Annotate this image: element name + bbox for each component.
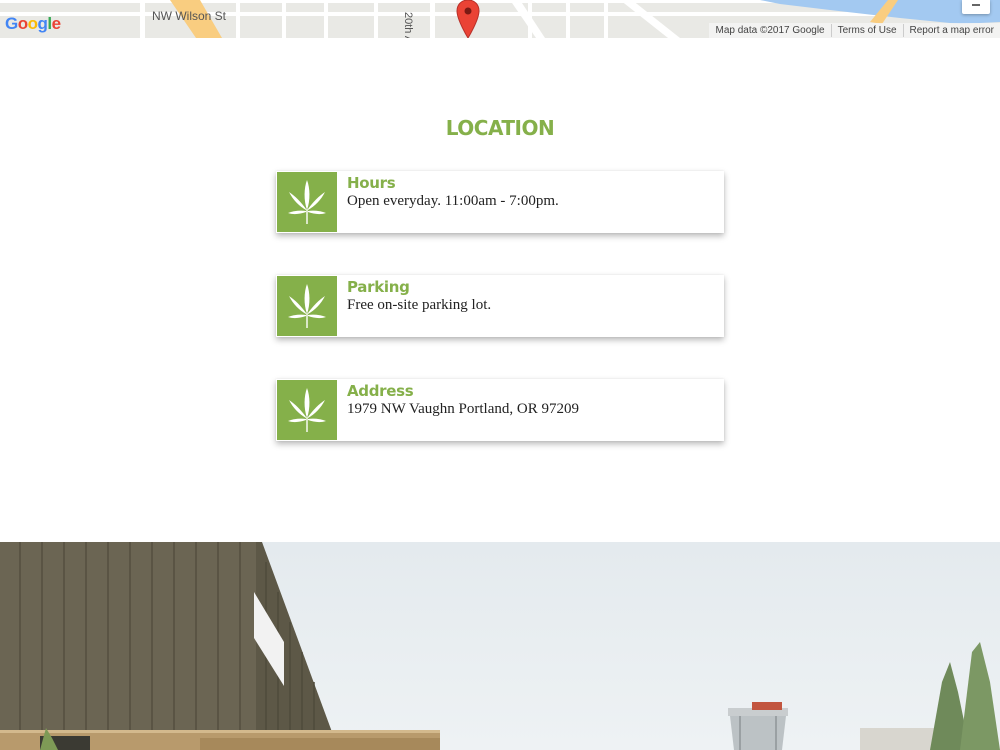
cannabis-leaf-icon (277, 276, 337, 336)
zoom-out-button[interactable] (962, 0, 990, 14)
card-text: Free on-site parking lot. (347, 297, 492, 313)
card-text: Open everyday. 11:00am - 7:00pm. (347, 193, 559, 209)
street-label: NW Wilson St (152, 9, 227, 23)
card-title: Hours (347, 174, 396, 192)
embedded-map[interactable]: NW Wilson St 20th Av Google Map data ©20… (0, 0, 1000, 38)
cannabis-leaf-icon (277, 172, 337, 232)
card-title: Address (347, 382, 414, 400)
terms-of-use-link[interactable]: Terms of Use (830, 24, 903, 37)
card-title: Parking (347, 278, 410, 296)
map-marker-icon[interactable] (456, 0, 480, 38)
cannabis-leaf-icon (277, 380, 337, 440)
street-label-vertical: 20th Av (402, 12, 414, 38)
info-card-hours: Hours Open everyday. 11:00am - 7:00pm. (276, 171, 724, 233)
report-map-error-link[interactable]: Report a map error (902, 24, 1000, 37)
storefront-photo (0, 542, 1000, 750)
map-attribution: Map data ©2017 Google Terms of Use Repor… (709, 23, 1000, 38)
info-card-parking: Parking Free on-site parking lot. (276, 275, 724, 337)
map-data-label: Map data ©2017 Google (715, 25, 825, 36)
section-title: LOCATION (445, 116, 555, 140)
google-logo: Google (5, 14, 61, 33)
card-text: 1979 NW Vaughn Portland, OR 97209 (347, 401, 579, 417)
info-card-address: Address 1979 NW Vaughn Portland, OR 9720… (276, 379, 724, 441)
